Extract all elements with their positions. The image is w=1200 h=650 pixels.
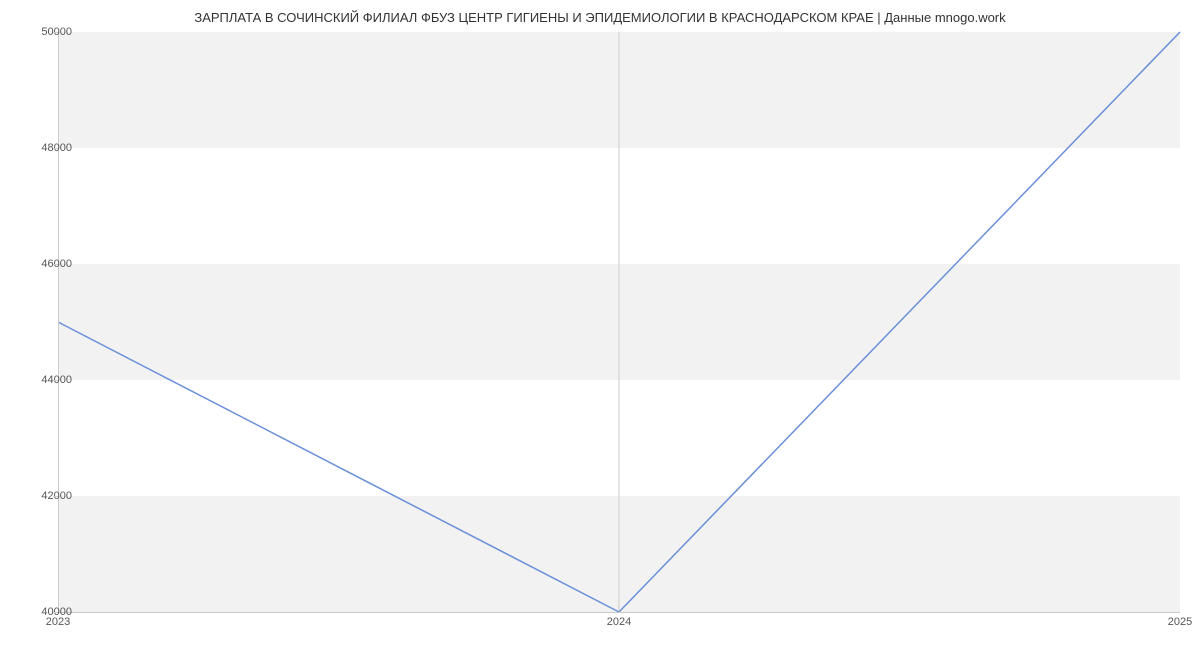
y-tick-mark bbox=[53, 32, 58, 33]
y-tick-mark bbox=[53, 264, 58, 265]
y-axis bbox=[58, 32, 59, 612]
y-tick-mark bbox=[53, 380, 58, 381]
salary-chart: ЗАРПЛАТА В СОЧИНСКИЙ ФИЛИАЛ ФБУЗ ЦЕНТР Г… bbox=[0, 0, 1200, 650]
chart-title: ЗАРПЛАТА В СОЧИНСКИЙ ФИЛИАЛ ФБУЗ ЦЕНТР Г… bbox=[0, 10, 1200, 25]
data-line bbox=[58, 32, 1180, 612]
y-tick-mark bbox=[53, 148, 58, 149]
y-tick-mark bbox=[53, 612, 58, 613]
x-axis bbox=[58, 612, 1180, 613]
x-tick-label: 2025 bbox=[1168, 616, 1192, 628]
y-tick-mark bbox=[53, 496, 58, 497]
x-tick-label: 2024 bbox=[607, 616, 631, 628]
plot-area bbox=[58, 32, 1180, 612]
x-tick-label: 2023 bbox=[46, 616, 70, 628]
